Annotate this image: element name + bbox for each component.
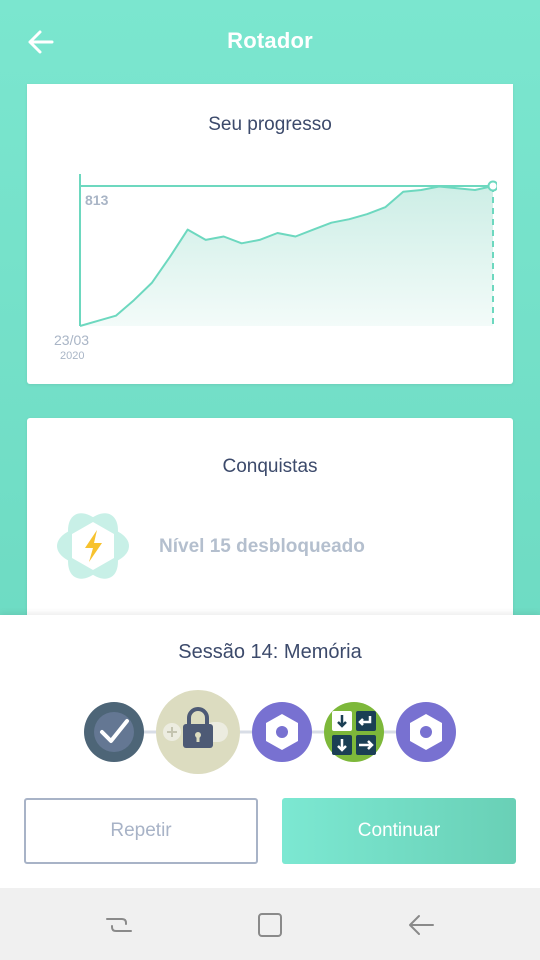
arrows-grid-node[interactable] <box>324 702 384 762</box>
achievement-text: Nível 15 desbloqueado <box>159 536 365 557</box>
chart-start-date: 23/03 <box>54 332 89 348</box>
system-back-button[interactable] <box>406 910 436 940</box>
progress-card: Seu progresso 813 23/03 2020 <box>27 84 513 384</box>
app-header: Rotador <box>0 0 540 84</box>
progress-chart: 813 23/03 2020 <box>54 174 497 362</box>
recent-apps-icon <box>106 918 132 932</box>
session-progress-nodes <box>84 690 456 774</box>
session-title: Sessão 14: Memória <box>178 641 362 663</box>
hexagon-node[interactable] <box>252 702 312 762</box>
home-icon <box>258 913 282 937</box>
system-nav-bar <box>0 888 540 960</box>
chart-max-label: 813 <box>85 192 109 208</box>
continue-button[interactable]: Continuar <box>282 798 516 864</box>
repeat-button[interactable]: Repetir <box>24 798 258 864</box>
back-icon <box>409 915 434 935</box>
home-button[interactable] <box>255 910 285 940</box>
page-title: Rotador <box>227 28 313 53</box>
chart-start-year: 2020 <box>60 350 84 362</box>
chart-last-point <box>487 180 497 192</box>
hexagon-node-2[interactable] <box>396 702 456 762</box>
completed-node[interactable] <box>84 702 144 762</box>
recent-apps-button[interactable] <box>104 910 134 940</box>
chart-area <box>80 186 493 326</box>
achievements-card-title: Conquistas <box>222 456 318 477</box>
progress-card-title: Seu progresso <box>208 114 332 135</box>
lightning-badge-icon <box>57 513 129 579</box>
current-locked-node[interactable] <box>156 690 240 774</box>
session-sheet: Sessão 14: Memória Repetir Continuar <box>0 615 540 888</box>
